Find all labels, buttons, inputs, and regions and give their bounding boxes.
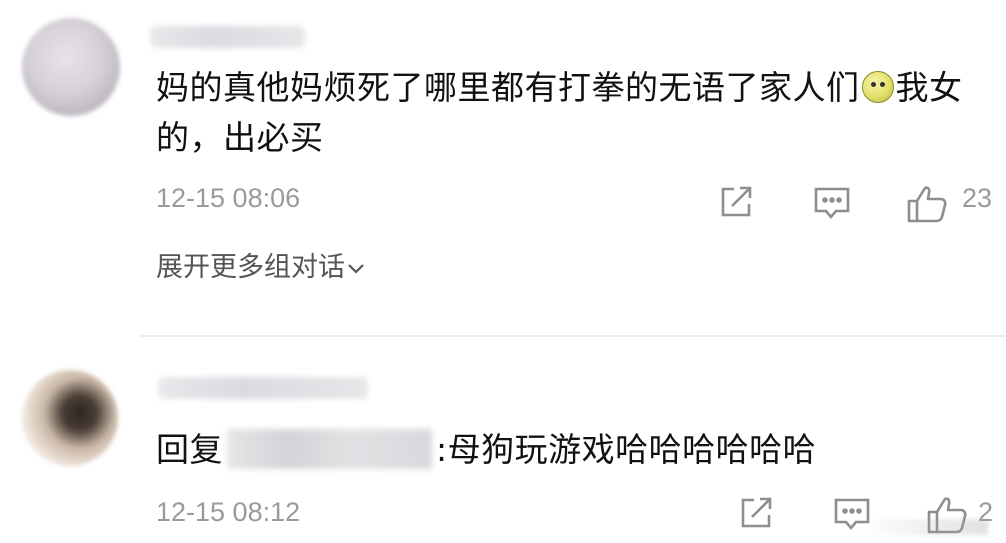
like-count: 23 bbox=[962, 183, 993, 213]
username-redacted[interactable] bbox=[150, 26, 305, 48]
share-button[interactable] bbox=[738, 495, 774, 535]
like-button[interactable] bbox=[906, 184, 948, 228]
avatar[interactable] bbox=[22, 370, 118, 466]
reply-content: :母狗玩游戏哈哈哈哈哈哈 bbox=[436, 430, 817, 469]
share-icon bbox=[741, 497, 772, 528]
speechless-emoji-icon bbox=[861, 71, 894, 103]
chevron-down-icon bbox=[348, 263, 364, 274]
divider bbox=[140, 335, 1006, 337]
expand-conversation-link[interactable]: 展开更多组对话 bbox=[156, 245, 365, 284]
comment-text-part: 妈的真他妈烦死了哪里都有打拳的无语了家人们 bbox=[156, 68, 860, 107]
comment-item: 回复:母狗玩游戏哈哈哈哈哈哈 12-15 08:12 2 bbox=[0, 345, 1006, 543]
comment-timestamp: 12-15 08:06 bbox=[156, 183, 301, 213]
thumbs-up-icon bbox=[907, 186, 947, 223]
comment-item: 妈的真他妈烦死了哪里都有打拳的无语了家人们 我女的，出必买 12-15 08:06… bbox=[0, 0, 1006, 330]
expand-label: 展开更多组对话 bbox=[156, 252, 345, 283]
comment-button[interactable] bbox=[812, 184, 852, 226]
redacted-username bbox=[227, 429, 432, 469]
avatar[interactable] bbox=[22, 18, 120, 116]
share-icon bbox=[721, 186, 752, 217]
reply-text: 回复 :母狗玩游戏哈哈哈哈哈哈 bbox=[156, 425, 986, 475]
comment-timestamp: 12-15 08:12 bbox=[156, 497, 301, 527]
reply-prefix: 回复 bbox=[156, 430, 223, 469]
share-button[interactable] bbox=[718, 184, 754, 224]
username-redacted[interactable] bbox=[158, 377, 368, 399]
comment-text: 妈的真他妈烦死了哪里都有打拳的无语了家人们 我女的，出必买 bbox=[156, 63, 986, 163]
watermark bbox=[858, 519, 988, 535]
comment-icon bbox=[814, 187, 850, 220]
